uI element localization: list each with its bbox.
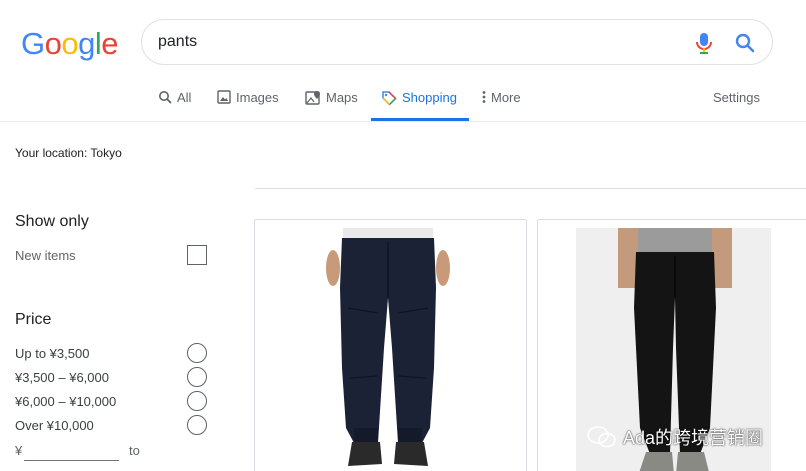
image-icon <box>217 90 231 104</box>
logo-letter: g <box>78 26 95 61</box>
new-items-label: New items <box>15 248 76 263</box>
price-option-label: Over ¥10,000 <box>15 418 94 433</box>
search-icon <box>159 91 172 104</box>
google-logo[interactable]: Google <box>21 26 119 62</box>
tab-label: All <box>177 90 192 105</box>
search-tabs: All Images Maps Shopping More Settings <box>0 78 806 121</box>
product-image[interactable] <box>318 228 458 471</box>
price-option-label: Up to ¥3,500 <box>15 346 90 361</box>
header-divider <box>0 121 806 122</box>
tag-icon <box>382 91 397 106</box>
search-input[interactable] <box>158 33 658 51</box>
price-option-radio[interactable] <box>187 391 207 411</box>
price-option-label: ¥3,500 – ¥6,000 <box>15 370 109 385</box>
price-option-radio[interactable] <box>187 343 207 363</box>
tab-all[interactable]: All <box>158 90 191 121</box>
logo-letter: G <box>21 26 45 61</box>
search-icon[interactable] <box>733 31 757 55</box>
new-items-checkbox[interactable] <box>187 245 207 265</box>
microphone-icon[interactable] <box>693 31 715 55</box>
map-icon <box>305 91 320 105</box>
watermark: Ada的跨境营销圈 <box>587 424 763 450</box>
logo-letter: o <box>61 26 79 61</box>
price-to-label: to <box>129 443 140 458</box>
watermark-text: Ada的跨境营销圈 <box>623 428 764 448</box>
wechat-icon <box>587 426 616 448</box>
tab-more[interactable]: More <box>482 90 521 121</box>
location-text: Your location: Tokyo <box>15 146 122 160</box>
min-price-input[interactable] <box>24 441 119 461</box>
search-box <box>141 19 773 65</box>
results-divider <box>255 188 806 189</box>
tab-shopping[interactable]: Shopping <box>381 90 457 121</box>
price-option-label: ¥6,000 – ¥10,000 <box>15 394 117 409</box>
tab-label: Images <box>236 90 279 105</box>
product-card[interactable] <box>254 219 527 471</box>
tab-settings[interactable]: Settings <box>713 90 760 121</box>
show-only-heading: Show only <box>15 213 89 230</box>
tab-label: Settings <box>713 90 760 105</box>
more-vert-icon <box>482 91 486 103</box>
tab-label: Shopping <box>402 90 457 105</box>
tab-label: More <box>491 90 521 105</box>
min-price-prefix: ¥ <box>15 443 23 458</box>
price-option-radio[interactable] <box>187 415 207 435</box>
tab-maps[interactable]: Maps <box>305 90 358 121</box>
tab-label: Maps <box>326 90 358 105</box>
price-heading: Price <box>15 311 52 328</box>
tab-images[interactable]: Images <box>217 90 279 121</box>
price-option-radio[interactable] <box>187 367 207 387</box>
logo-letter: o <box>44 26 62 61</box>
logo-letter: e <box>101 26 119 61</box>
